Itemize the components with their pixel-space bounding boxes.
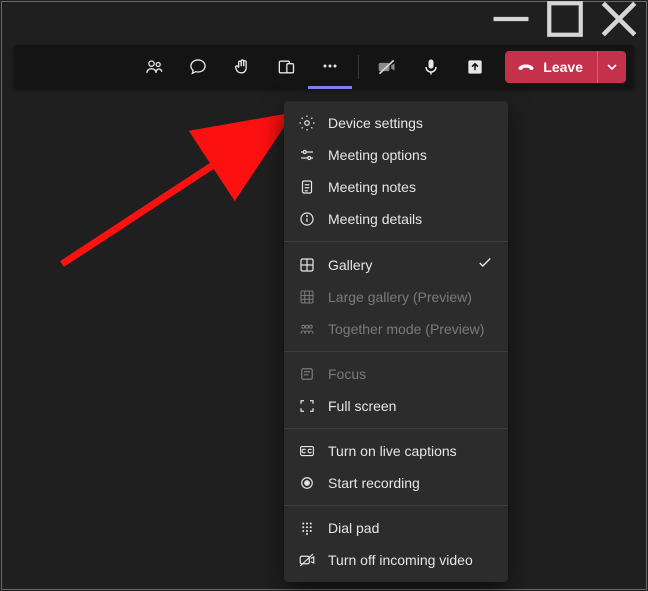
title-bar [2, 2, 646, 37]
menu-item-together-mode: Together mode (Preview) [284, 313, 508, 345]
menu-item-meeting-options[interactable]: Meeting options [284, 139, 508, 171]
menu-item-label: Meeting notes [328, 179, 494, 195]
menu-item-label: Meeting details [328, 211, 494, 227]
menu-item-meeting-notes[interactable]: Meeting notes [284, 171, 508, 203]
menu-item-label: Large gallery (Preview) [328, 289, 494, 305]
share-icon [465, 57, 485, 77]
rooms-icon [276, 57, 296, 77]
participants-button[interactable] [132, 47, 176, 87]
gear-icon [298, 114, 316, 132]
microphone-icon [421, 57, 441, 77]
annotation-arrow [58, 108, 308, 268]
chevron-down-icon [606, 61, 618, 73]
info-icon [298, 210, 316, 228]
menu-item-meeting-details[interactable]: Meeting details [284, 203, 508, 235]
menu-item-turn-off-incoming-video[interactable]: Turn off incoming video [284, 544, 508, 576]
reactions-button[interactable] [220, 47, 264, 87]
sliders-icon [298, 146, 316, 164]
together-icon [298, 320, 316, 338]
menu-item-label: Focus [328, 366, 494, 382]
minimize-icon [490, 0, 532, 40]
menu-item-gallery[interactable]: Gallery [284, 248, 508, 281]
menu-separator [284, 241, 508, 242]
menu-item-label: Gallery [328, 257, 464, 273]
chat-icon [188, 57, 208, 77]
record-icon [298, 474, 316, 492]
maximize-button[interactable] [544, 4, 586, 34]
menu-item-label: Turn on live captions [328, 443, 494, 459]
fullscreen-icon [298, 397, 316, 415]
menu-separator [284, 351, 508, 352]
camera-off-icon [377, 57, 397, 77]
microphone-button[interactable] [409, 47, 453, 87]
close-icon [598, 0, 640, 40]
gallery-icon [298, 256, 316, 274]
meeting-toolbar: Leave [14, 45, 634, 89]
menu-item-label: Start recording [328, 475, 494, 491]
menu-item-large-gallery: Large gallery (Preview) [284, 281, 508, 313]
menu-item-label: Full screen [328, 398, 494, 414]
more-actions-menu: Device settings Meeting options Meeting … [284, 101, 508, 582]
leave-caret-button[interactable] [597, 51, 626, 83]
menu-item-label: Dial pad [328, 520, 494, 536]
people-icon [144, 57, 164, 77]
menu-item-full-screen[interactable]: Full screen [284, 390, 508, 422]
menu-item-focus: Focus [284, 358, 508, 390]
rooms-button[interactable] [264, 47, 308, 87]
menu-item-start-recording[interactable]: Start recording [284, 467, 508, 499]
focus-icon [298, 365, 316, 383]
camera-button[interactable] [365, 47, 409, 87]
menu-item-label: Meeting options [328, 147, 494, 163]
more-actions-button[interactable] [308, 46, 352, 89]
maximize-icon [544, 0, 586, 40]
menu-separator [284, 428, 508, 429]
close-button[interactable] [598, 4, 640, 34]
menu-item-label: Together mode (Preview) [328, 321, 494, 337]
menu-separator [284, 505, 508, 506]
menu-item-live-captions[interactable]: Turn on live captions [284, 435, 508, 467]
large-gallery-icon [298, 288, 316, 306]
chat-button[interactable] [176, 47, 220, 87]
hangup-icon [517, 58, 535, 76]
menu-item-device-settings[interactable]: Device settings [284, 107, 508, 139]
toolbar-divider [358, 55, 359, 79]
notes-icon [298, 178, 316, 196]
menu-item-dial-pad[interactable]: Dial pad [284, 512, 508, 544]
minimize-button[interactable] [490, 4, 532, 34]
video-off-icon [298, 551, 316, 569]
menu-item-label: Turn off incoming video [328, 552, 494, 568]
dialpad-icon [298, 519, 316, 537]
leave-label: Leave [543, 59, 583, 75]
menu-item-label: Device settings [328, 115, 494, 131]
check-icon [476, 254, 494, 275]
share-button[interactable] [453, 47, 497, 87]
app-window: Leave Device settings Mee [1, 1, 647, 590]
hand-icon [232, 57, 252, 77]
ellipsis-icon [320, 56, 340, 76]
cc-icon [298, 442, 316, 460]
leave-button[interactable]: Leave [505, 51, 626, 83]
